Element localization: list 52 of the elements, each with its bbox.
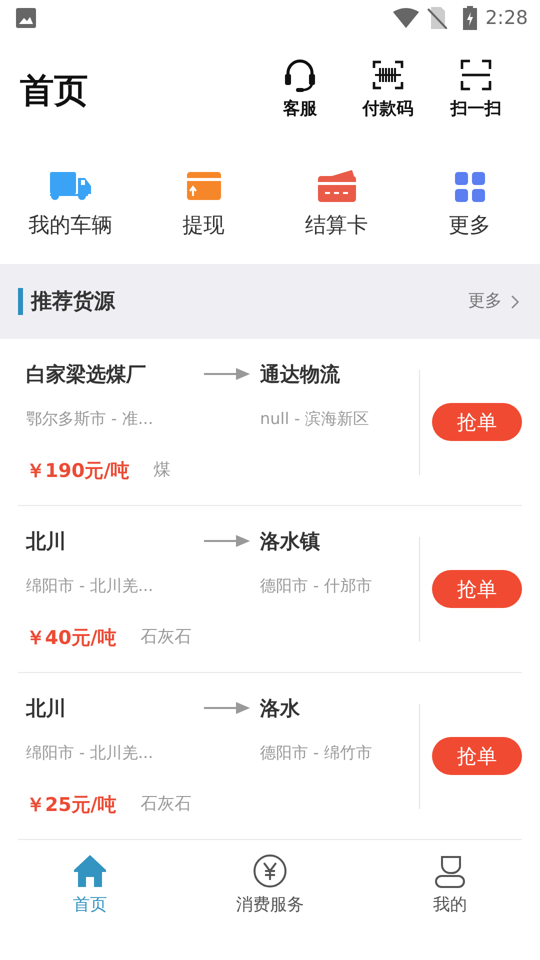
origin-name: 白家梁选煤厂 (26, 360, 147, 388)
grab-order-button[interactable]: 抢单 (432, 403, 522, 441)
home-icon (72, 853, 108, 890)
no-sim-icon (427, 7, 448, 29)
origin-area: 绵阳市 - 北川羌... (26, 740, 260, 765)
tab-bar-item[interactable]: 消费服务 (180, 853, 360, 919)
card-upload-icon (186, 170, 220, 202)
arrow-icon (204, 366, 250, 381)
freight-price: ￥40元/吨 (26, 626, 116, 651)
origin-area: 鄂尔多斯市 - 准... (26, 406, 260, 431)
shortcut-button[interactable]: 更多 (403, 168, 536, 242)
destination-area: null - 滨海新区 (260, 406, 370, 431)
bank-card-icon (318, 170, 356, 202)
tab-bar-item[interactable]: 我的 (360, 853, 540, 919)
chevron-right-icon (510, 294, 520, 310)
image-icon (16, 8, 36, 28)
destination-area: 德阳市 - 什邡市 (260, 574, 372, 598)
goods-type: 石灰石 (140, 626, 192, 650)
destination-area: 德阳市 - 绵竹市 (260, 740, 372, 765)
more-link[interactable]: 更多 (468, 288, 520, 314)
origin-area: 绵阳市 - 北川羌... (26, 574, 260, 598)
header-action-button[interactable]: 付款码 (344, 59, 432, 123)
section-title: 推荐货源 (31, 288, 116, 315)
scan-icon (460, 59, 492, 94)
destination-name: 通达物流 (260, 360, 340, 388)
destination-name: 洛水 (260, 694, 300, 722)
accent-bar (18, 288, 23, 315)
clock-time: 2:28 (485, 6, 528, 31)
freight-price: ￥25元/吨 (26, 792, 116, 818)
grid-icon (454, 172, 484, 202)
header-action-button[interactable]: 客服 (256, 59, 344, 123)
arrow-icon (204, 534, 250, 548)
wifi-icon (393, 8, 420, 28)
shortcut-button[interactable]: 我的车辆 (4, 168, 137, 242)
grab-order-button[interactable]: 抢单 (432, 737, 522, 775)
header-action-button[interactable]: 扫一扫 (432, 59, 520, 123)
user-icon (432, 853, 468, 890)
truck-icon (50, 170, 92, 202)
arrow-icon (204, 700, 250, 715)
destination-name: 洛水镇 (260, 528, 320, 555)
grab-order-button[interactable]: 抢单 (432, 570, 522, 608)
yen-coin-icon (252, 853, 288, 890)
goods-type: 煤 (154, 459, 171, 482)
battery-icon (463, 6, 478, 30)
goods-type: 石灰石 (140, 793, 192, 816)
shortcut-button[interactable]: 提现 (137, 168, 270, 242)
origin-name: 北川 (26, 528, 67, 555)
headset-icon (284, 59, 316, 94)
shortcut-button[interactable]: 结算卡 (270, 168, 403, 242)
origin-name: 北川 (26, 694, 67, 722)
freight-price: ￥190元/吨 (26, 458, 130, 484)
page-title: 首页 (20, 70, 89, 112)
